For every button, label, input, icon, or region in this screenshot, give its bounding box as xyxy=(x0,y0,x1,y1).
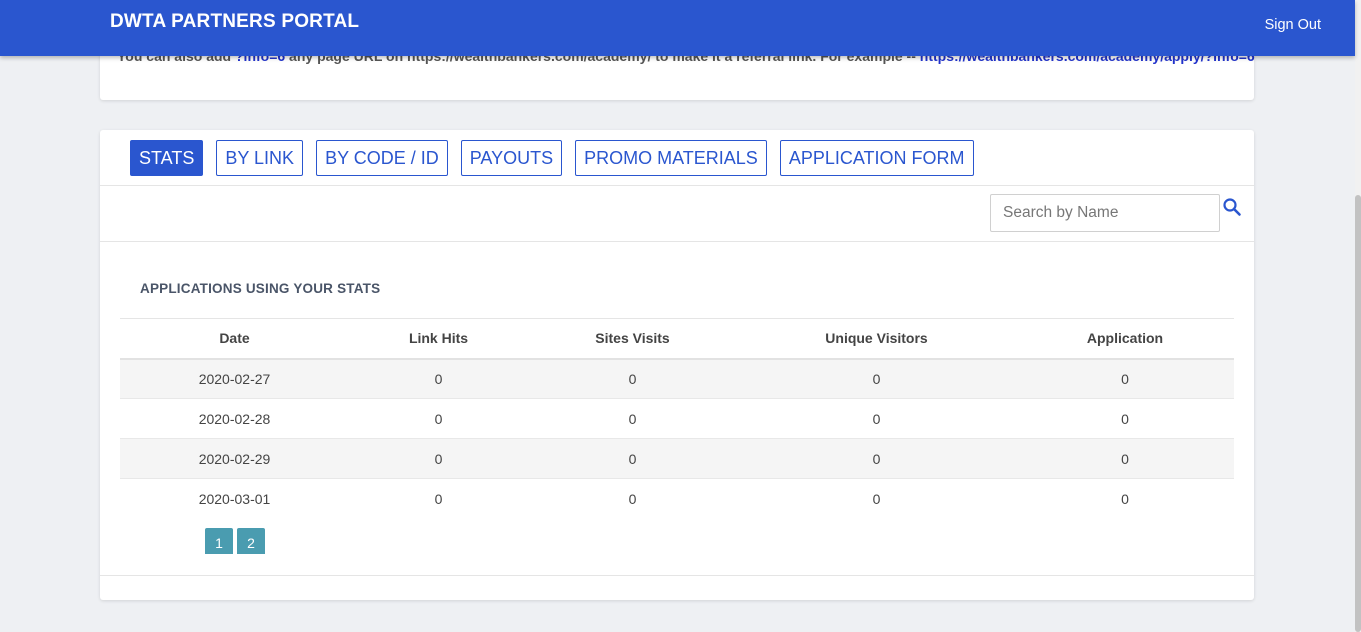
tab-promo-materials[interactable]: PROMO MATERIALS xyxy=(575,140,767,176)
cell-link-hits: 0 xyxy=(349,358,528,399)
table-header-row: Date Link Hits Sites Visits Unique Visit… xyxy=(120,318,1234,360)
cell-application: 0 xyxy=(1016,358,1234,399)
cell-sites-visits: 0 xyxy=(528,398,737,439)
page-button-2[interactable]: 2 xyxy=(237,528,265,554)
header-application: Application xyxy=(1016,318,1234,360)
portal-title[interactable]: DWTA PARTNERS PORTAL xyxy=(110,11,359,33)
header-unique-visitors: Unique Visitors xyxy=(737,318,1016,360)
cell-application: 0 xyxy=(1016,478,1234,519)
table-row: 2020-02-28 0 0 0 0 xyxy=(120,398,1234,439)
cell-link-hits: 0 xyxy=(349,438,528,479)
tab-by-link[interactable]: BY LINK xyxy=(216,140,304,176)
cell-unique-visitors: 0 xyxy=(737,438,1016,479)
tab-by-code-id[interactable]: BY CODE / ID xyxy=(316,140,448,176)
cell-unique-visitors: 0 xyxy=(737,478,1016,519)
divider xyxy=(100,185,1254,186)
page-button-1[interactable]: 1 xyxy=(205,528,233,554)
table-row: 2020-02-27 0 0 0 0 xyxy=(120,358,1234,399)
cell-sites-visits: 0 xyxy=(528,358,737,399)
cell-unique-visitors: 0 xyxy=(737,358,1016,399)
stats-table: Date Link Hits Sites Visits Unique Visit… xyxy=(120,318,1234,519)
search-input[interactable] xyxy=(990,194,1220,232)
cell-application: 0 xyxy=(1016,398,1234,439)
table-row: 2020-03-01 0 0 0 0 xyxy=(120,478,1234,519)
cell-date: 2020-02-27 xyxy=(120,358,349,399)
pagination: 1 2 xyxy=(205,528,265,554)
tab-payouts[interactable]: PAYOUTS xyxy=(460,140,563,176)
top-navbar: DWTA PARTNERS PORTAL Sign Out xyxy=(0,0,1355,56)
sign-out-link[interactable]: Sign Out xyxy=(1265,17,1321,33)
divider xyxy=(100,241,1254,242)
cell-link-hits: 0 xyxy=(349,478,528,519)
section-title: APPLICATIONS USING YOUR STATS xyxy=(140,281,381,296)
cell-date: 2020-02-28 xyxy=(120,398,349,439)
search-icon[interactable] xyxy=(1222,197,1242,217)
tab-application-form[interactable]: APPLICATION FORM xyxy=(779,140,974,176)
scrollbar-thumb[interactable] xyxy=(1355,195,1361,632)
cell-date: 2020-03-01 xyxy=(120,478,349,519)
stats-card: STATS BY LINK BY CODE / ID PAYOUTS PROMO… xyxy=(100,130,1254,600)
tab-stats[interactable]: STATS xyxy=(130,140,204,176)
table-row: 2020-02-29 0 0 0 0 xyxy=(120,438,1234,479)
cell-unique-visitors: 0 xyxy=(737,398,1016,439)
cell-date: 2020-02-29 xyxy=(120,438,349,479)
header-link-hits: Link Hits xyxy=(349,318,528,360)
cell-sites-visits: 0 xyxy=(528,478,737,519)
cell-link-hits: 0 xyxy=(349,398,528,439)
header-sites-visits: Sites Visits xyxy=(528,318,737,360)
cell-application: 0 xyxy=(1016,438,1234,479)
header-date: Date xyxy=(120,318,349,360)
tab-bar: STATS BY LINK BY CODE / ID PAYOUTS PROMO… xyxy=(130,140,974,176)
cell-sites-visits: 0 xyxy=(528,438,737,479)
divider xyxy=(100,575,1254,576)
